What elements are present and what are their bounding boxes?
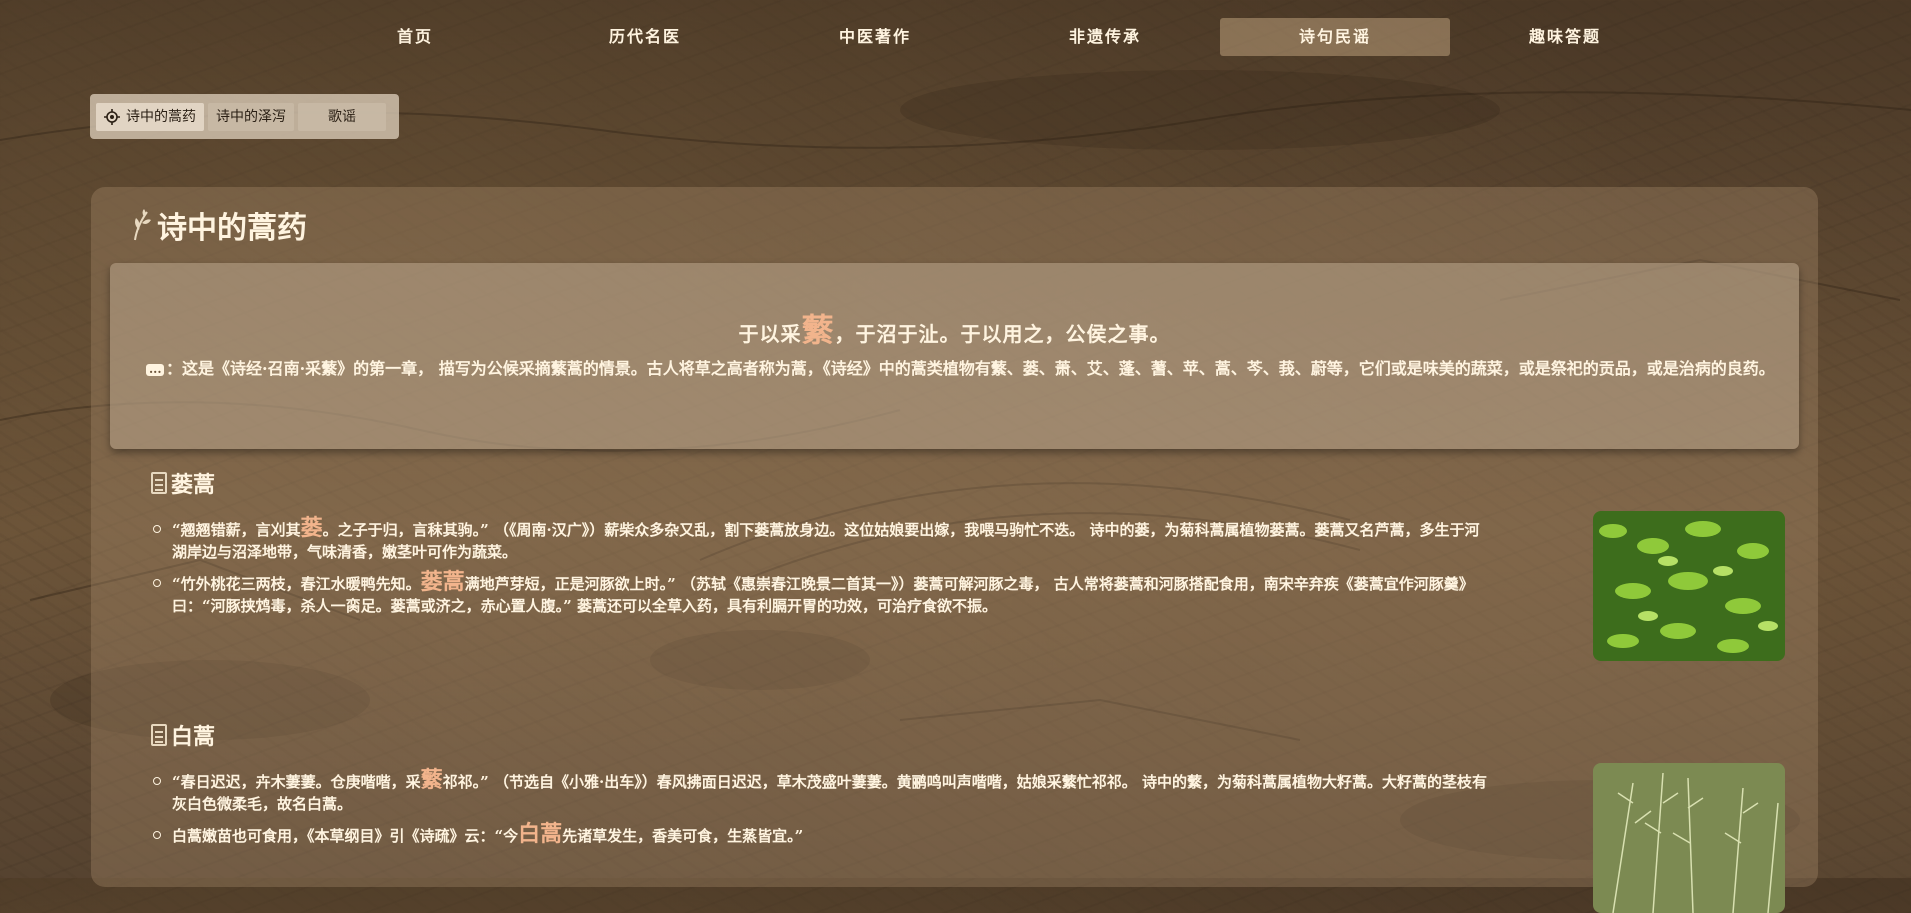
item-highlight: 蒌蒿 [420, 569, 465, 595]
nav-heritage[interactable]: 非遗传承 [990, 18, 1220, 56]
nav-home[interactable]: 首页 [300, 18, 530, 56]
tab-poem-herbs[interactable]: 诗中的蒿药 [96, 102, 204, 131]
herb-section-louhao: 蒌蒿 “翘翘错薪，言刈其蒌。之子于归，言秣其驹。” （《周南·汉广》）薪柴众多杂… [151, 467, 1791, 661]
item-highlight: 蒌 [300, 515, 323, 541]
tab-folk-songs[interactable]: 歌谣 [298, 102, 386, 131]
list-item: “春日迟迟，卉木萋萋。仓庚喈喈，采蘩祁祁。” （节选自《小雅·出车》）春风拂面日… [151, 769, 1491, 815]
intro-text: ：这是《诗经·召南·采蘩》的第一章， 描写为公候采摘蘩蒿的情景。古人将草之高者称… [146, 357, 1776, 381]
document-icon [151, 472, 167, 494]
tab-poem-alisma[interactable]: 诗中的泽泻 [208, 102, 294, 131]
tab-label: 诗中的蒿药 [126, 108, 196, 125]
leaf-icon [134, 209, 151, 241]
sub-tabs: 诗中的蒿药 诗中的泽泻 歌谣 [90, 94, 399, 139]
location-icon [104, 108, 120, 125]
item-text: 白蒿嫩苗也可食用，《本草纲目》引《诗疏》云：“今 [172, 827, 519, 845]
comment-icon [146, 357, 164, 381]
section-title: 诗中的蒿药 [131, 203, 307, 247]
herb-list: “春日迟迟，卉木萋萋。仓庚喈喈，采蘩祁祁。” （节选自《小雅·出车》）春风拂面日… [151, 769, 1491, 847]
poem-line: 于以采蘩，于沼于沚。于以用之，公侯之事。 [110, 305, 1799, 351]
poem-text: 于以采 [738, 322, 802, 346]
louhao-plant-image [1593, 511, 1785, 661]
herb-title: 蒌蒿 [151, 467, 1791, 499]
list-item: “翘翘错薪，言刈其蒌。之子于归，言秣其驹。” （《周南·汉广》）薪柴众多杂又乱，… [151, 517, 1491, 563]
item-text: 先诸草发生，香美可食，生蒸皆宜。” [562, 827, 804, 845]
nav-tcm-works[interactable]: 中医著作 [760, 18, 990, 56]
herb-title: 白蒿 [151, 719, 1791, 751]
item-text: “竹外桃花三两枝，春江水暖鸭先知。 [172, 575, 421, 593]
main-nav: 首页 历代名医 中医著作 非遗传承 诗句民谣 趣味答题 [300, 18, 1680, 58]
item-highlight: 白蒿 [518, 821, 563, 847]
poem-highlight: 蘩 [801, 311, 835, 349]
baihao-plant-image [1593, 763, 1785, 913]
list-item: “竹外桃花三两枝，春江水暖鸭先知。蒌蒿满地芦芽短，正是河豚欲上时。” （苏轼《惠… [151, 571, 1491, 617]
tab-label: 歌谣 [328, 108, 356, 125]
item-text: 。之子于归，言秣其驹。” （《周南·汉广》）薪柴众多杂又乱，割下蒌蒿放身边。这位… [172, 521, 1480, 561]
herb-list: “翘翘错薪，言刈其蒌。之子于归，言秣其驹。” （《周南·汉广》）薪柴众多杂又乱，… [151, 517, 1491, 617]
nav-quiz[interactable]: 趣味答题 [1450, 18, 1680, 56]
herb-section-baihao: 白蒿 “春日迟迟，卉木萋萋。仓庚喈喈，采蘩祁祁。” （节选自《小雅·出车》）春风… [151, 719, 1791, 913]
nav-famous-doctors[interactable]: 历代名医 [530, 18, 760, 56]
list-item: 白蒿嫩苗也可食用，《本草纲目》引《诗疏》云：“今白蒿先诸草发生，香美可食，生蒸皆… [151, 823, 1491, 847]
intro-body: ：这是《诗经·召南·采蘩》的第一章， 描写为公候采摘蘩蒿的情景。古人将草之高者称… [166, 359, 1775, 378]
document-icon [151, 724, 167, 746]
section-title-text: 诗中的蒿药 [157, 211, 307, 246]
herb-name: 白蒿 [171, 724, 216, 750]
item-text: “春日迟迟，卉木萋萋。仓庚喈喈，采 [172, 773, 421, 791]
herb-name: 蒌蒿 [171, 472, 216, 498]
content-panel: 诗中的蒿药 于以采蘩，于沼于沚。于以用之，公侯之事。 ：这是《诗经·召南·采蘩》… [91, 187, 1818, 913]
item-highlight: 蘩 [420, 767, 443, 793]
tab-label: 诗中的泽泻 [216, 108, 286, 125]
nav-poems[interactable]: 诗句民谣 [1220, 18, 1450, 56]
intro-card: 于以采蘩，于沼于沚。于以用之，公侯之事。 ：这是《诗经·召南·采蘩》的第一章， … [110, 263, 1799, 449]
poem-text: ，于沼于沚。于以用之，公侯之事。 [834, 322, 1171, 346]
item-text: “翘翘错薪，言刈其 [172, 521, 301, 539]
